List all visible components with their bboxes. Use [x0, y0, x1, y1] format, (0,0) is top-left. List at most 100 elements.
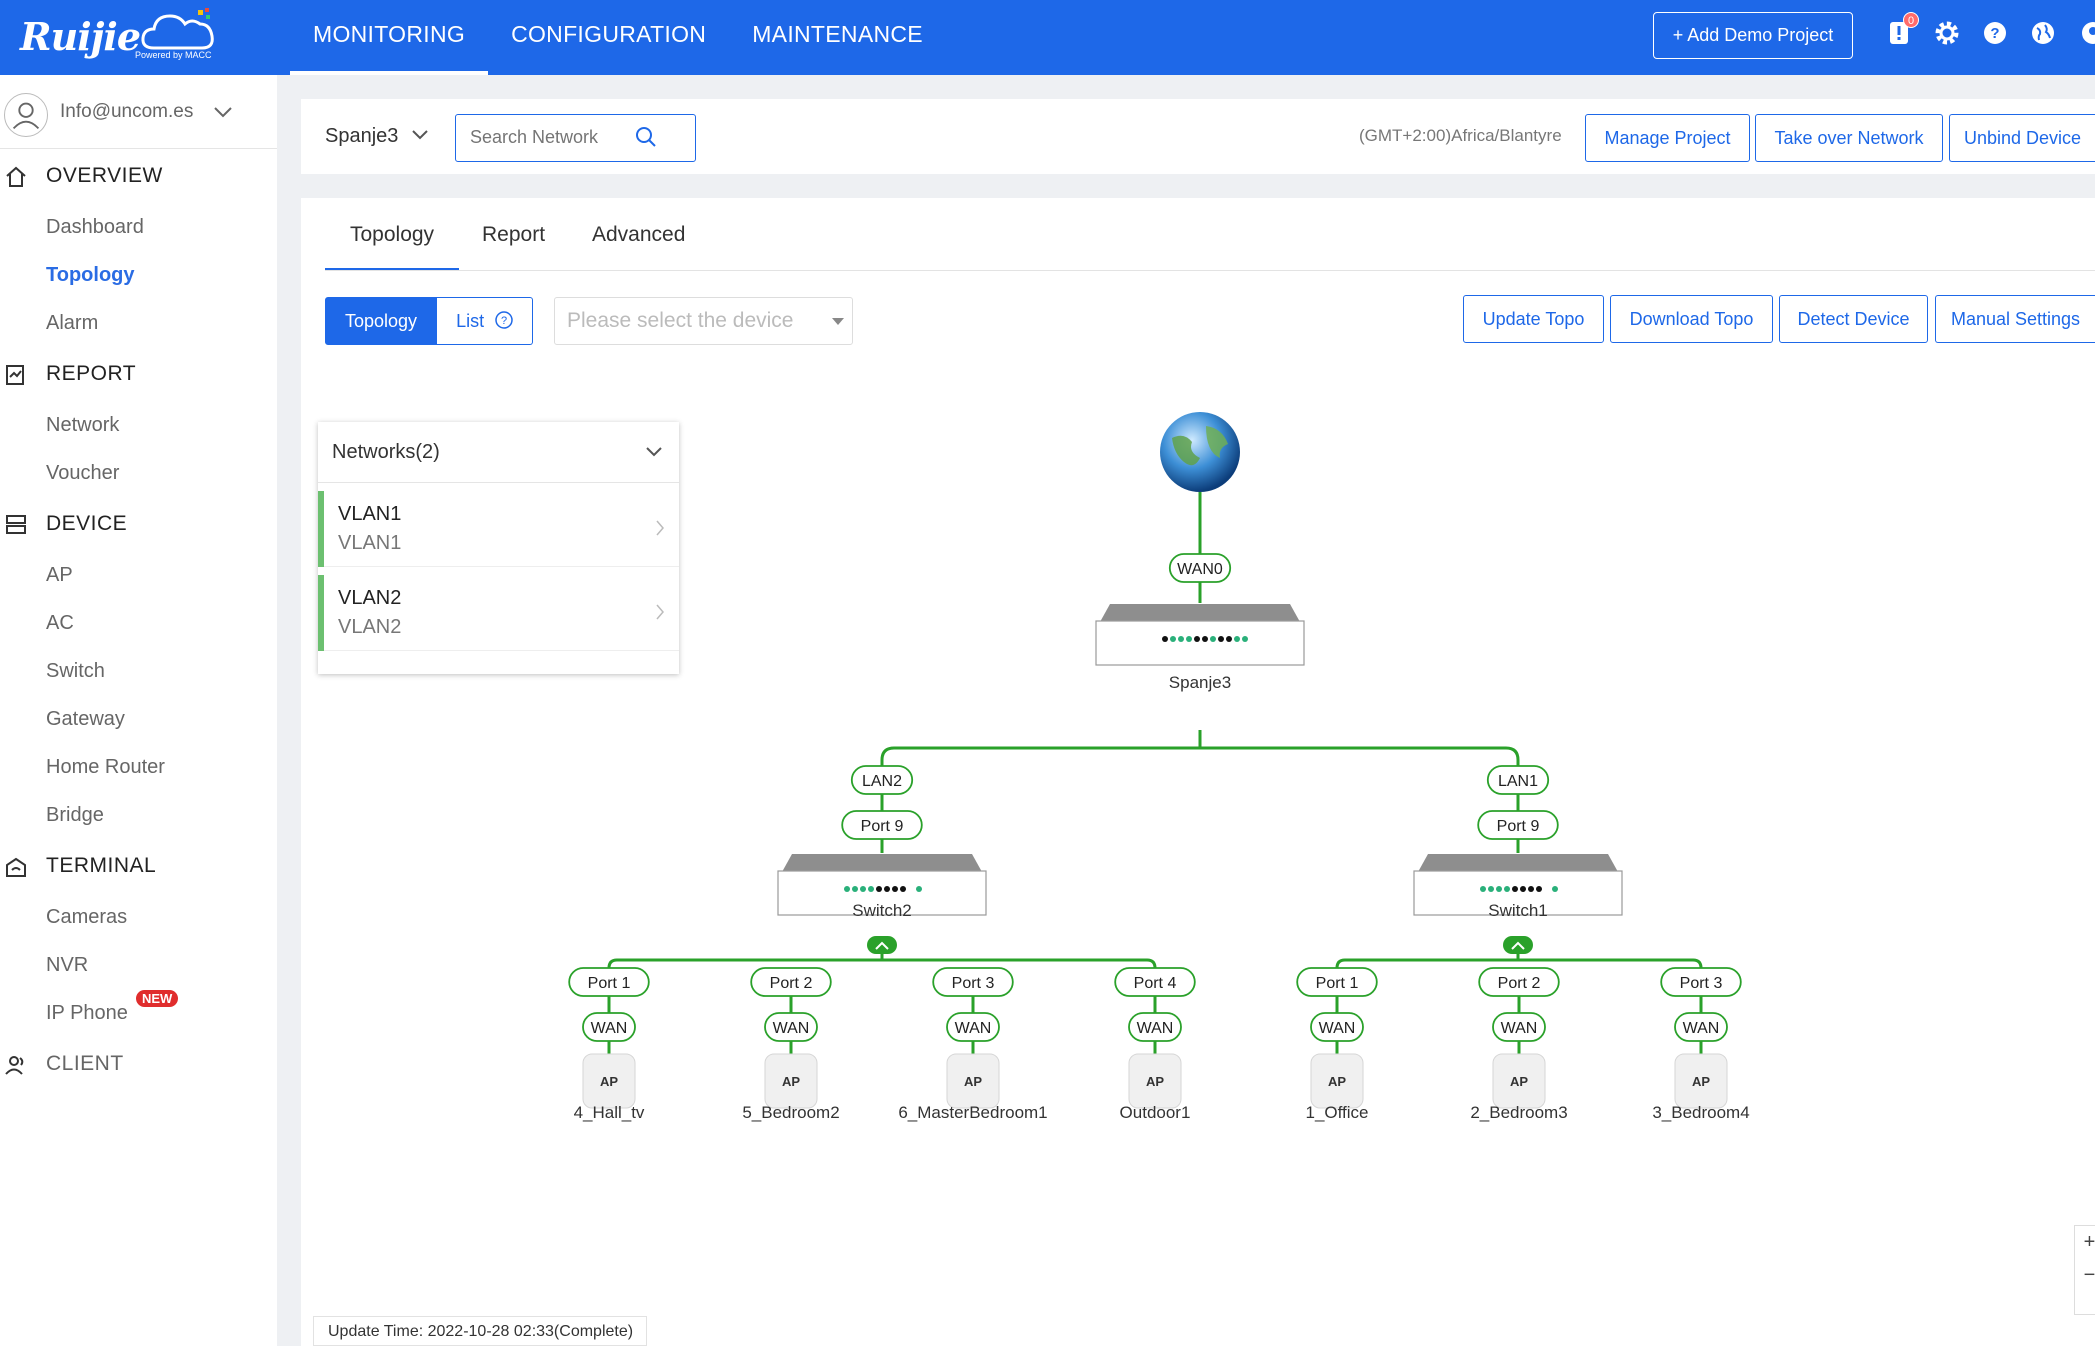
trunk-line — [880, 746, 1520, 769]
section-report[interactable]: REPORT — [46, 362, 136, 386]
ap-device-icon[interactable]: AP — [1310, 1053, 1364, 1109]
ap-device-icon-text: AP — [1146, 1074, 1164, 1089]
networks-header[interactable]: Networks(2) — [318, 422, 679, 483]
switch-0-link[interactable]: LAN2 — [850, 765, 914, 795]
toggle-body — [867, 936, 897, 954]
add-demo-project-button[interactable]: + Add Demo Project — [1653, 12, 1853, 59]
sidebar-item-bridge[interactable]: Bridge — [46, 804, 104, 827]
ap-device-icon-text: AP — [782, 1074, 800, 1089]
chevron-down-icon[interactable] — [411, 129, 429, 141]
switch-1-link-outline — [1486, 765, 1550, 795]
ap-device-icon[interactable]: AP — [582, 1053, 636, 1109]
manage-project-button[interactable]: Manage Project — [1585, 114, 1750, 162]
ap-device-icon[interactable]: AP — [1674, 1053, 1728, 1109]
ap-port-0-3[interactable]: Port 4 — [1114, 967, 1196, 997]
account-selector[interactable]: Info@uncom.es — [0, 75, 277, 149]
section-overview[interactable]: OVERVIEW — [46, 164, 163, 188]
section-device[interactable]: DEVICE — [46, 512, 127, 536]
switch-1-link[interactable]: LAN1 — [1486, 765, 1550, 795]
chevron-down-icon[interactable] — [212, 105, 234, 119]
tab-topology[interactable]: Topology — [324, 223, 460, 270]
user-avatar-icon — [4, 93, 48, 137]
port-led — [1226, 636, 1232, 642]
ap-port-1-0[interactable]: Port 1 — [1296, 967, 1378, 997]
sidebar-item-home-router[interactable]: Home Router — [46, 756, 165, 779]
ap-wan-0-3[interactable]: WAN — [1128, 1012, 1182, 1042]
nav-maintenance[interactable]: MAINTENANCE — [729, 0, 946, 75]
ap-port-0-1[interactable]: Port 2 — [750, 967, 832, 997]
collapse-toggle-icon[interactable] — [1503, 936, 1533, 954]
download-topo-button[interactable]: Download Topo — [1610, 295, 1773, 343]
network-item-vlan2[interactable]: VLAN2 VLAN2 — [318, 567, 679, 651]
sidebar-item-network[interactable]: Network — [46, 414, 119, 437]
detect-device-button[interactable]: Detect Device — [1779, 295, 1928, 343]
zoom-out-button[interactable]: − — [2075, 1259, 2095, 1292]
switch-1-uplink-port[interactable]: Port 9 — [1477, 810, 1559, 840]
ap-port-1-2[interactable]: Port 3 — [1660, 967, 1742, 997]
device-select[interactable]: Please select the device — [554, 297, 853, 345]
port-led — [1528, 886, 1534, 892]
tab-report[interactable]: Report — [482, 223, 545, 247]
search-input[interactable] — [456, 115, 636, 159]
tab-advanced[interactable]: Advanced — [592, 223, 685, 247]
port-led — [1520, 886, 1526, 892]
ap-wan-1-1[interactable]: WAN — [1492, 1012, 1546, 1042]
nav-monitoring[interactable]: MONITORING — [290, 0, 489, 75]
switch-device-1[interactable] — [1413, 854, 1623, 916]
toggle-topology[interactable]: Topology — [325, 297, 438, 345]
sidebar-item-topology[interactable]: Topology — [46, 264, 135, 287]
collapse-toggle-icon[interactable] — [867, 936, 897, 954]
port-led — [884, 886, 890, 892]
sidebar-item-cameras[interactable]: Cameras — [46, 906, 127, 929]
port-led — [852, 886, 858, 892]
sidebar-item-gateway[interactable]: Gateway — [46, 708, 125, 731]
sidebar-item-ip-phone[interactable]: IP Phone — [46, 1002, 128, 1025]
nav-configuration[interactable]: CONFIGURATION — [488, 0, 729, 75]
ap-device-icon[interactable]: AP — [946, 1053, 1000, 1109]
switch-device-0[interactable] — [777, 854, 987, 916]
section-client[interactable]: CLIENT — [46, 1052, 124, 1076]
ap-wan-0-1[interactable]: WAN — [764, 1012, 818, 1042]
update-topo-button[interactable]: Update Topo — [1463, 295, 1604, 343]
ruijie-logo[interactable]: Ruijie Powered by MACC — [20, 8, 215, 64]
ap-device-icon[interactable]: AP — [764, 1053, 818, 1109]
wan0-port[interactable]: WAN0 — [1168, 553, 1232, 583]
ap-wan-1-2[interactable]: WAN — [1674, 1012, 1728, 1042]
ap-wan-1-0[interactable]: WAN — [1310, 1012, 1364, 1042]
take-over-network-button[interactable]: Take over Network — [1755, 114, 1943, 162]
manual-settings-button[interactable]: Manual Settings — [1935, 295, 2095, 343]
toggle-list[interactable]: List ? — [437, 297, 534, 345]
sidebar-item-switch[interactable]: Switch — [46, 660, 105, 683]
ap-wan-0-2[interactable]: WAN — [946, 1012, 1000, 1042]
user-menu-icon[interactable] — [2077, 16, 2095, 50]
port-led — [876, 886, 882, 892]
gear-icon[interactable] — [1933, 16, 1961, 50]
sidebar-item-dashboard[interactable]: Dashboard — [46, 216, 144, 239]
ap-device-icon[interactable]: AP — [1492, 1053, 1546, 1109]
ap-port-0-0[interactable]: Port 1 — [568, 967, 650, 997]
help-icon[interactable]: ? — [1981, 16, 2009, 50]
unbind-device-button[interactable]: Unbind Device — [1949, 114, 2095, 162]
ap-port-1-0-outline — [1296, 967, 1378, 997]
sidebar: Info@uncom.es OVERVIEW Dashboard Topolog… — [0, 75, 277, 1346]
search-icon[interactable] — [634, 125, 658, 149]
sidebar-item-voucher[interactable]: Voucher — [46, 462, 119, 485]
sidebar-item-nvr[interactable]: NVR — [46, 954, 88, 977]
ap-port-1-1[interactable]: Port 2 — [1478, 967, 1560, 997]
ap-port-1-0-text: Port 1 — [1316, 975, 1359, 992]
network-item-vlan1[interactable]: VLAN1 VLAN1 — [318, 483, 679, 567]
zoom-in-button[interactable]: + — [2075, 1226, 2095, 1259]
project-name[interactable]: Spanje3 — [325, 125, 398, 148]
sidebar-item-ac[interactable]: AC — [46, 612, 74, 635]
alert-icon[interactable]: 0 — [1885, 12, 1919, 50]
ap-wan-0-0[interactable]: WAN — [582, 1012, 636, 1042]
gateway-device[interactable] — [1095, 604, 1305, 666]
switch-0-uplink-port[interactable]: Port 9 — [841, 810, 923, 840]
ap-port-0-2[interactable]: Port 3 — [932, 967, 1014, 997]
sidebar-item-alarm[interactable]: Alarm — [46, 312, 98, 335]
section-terminal[interactable]: TERMINAL — [46, 854, 156, 878]
ap-device-icon[interactable]: AP — [1128, 1053, 1182, 1109]
sidebar-item-ap[interactable]: AP — [46, 564, 73, 587]
internet-globe-icon[interactable] — [1160, 412, 1240, 492]
globe-icon[interactable] — [2029, 16, 2057, 50]
